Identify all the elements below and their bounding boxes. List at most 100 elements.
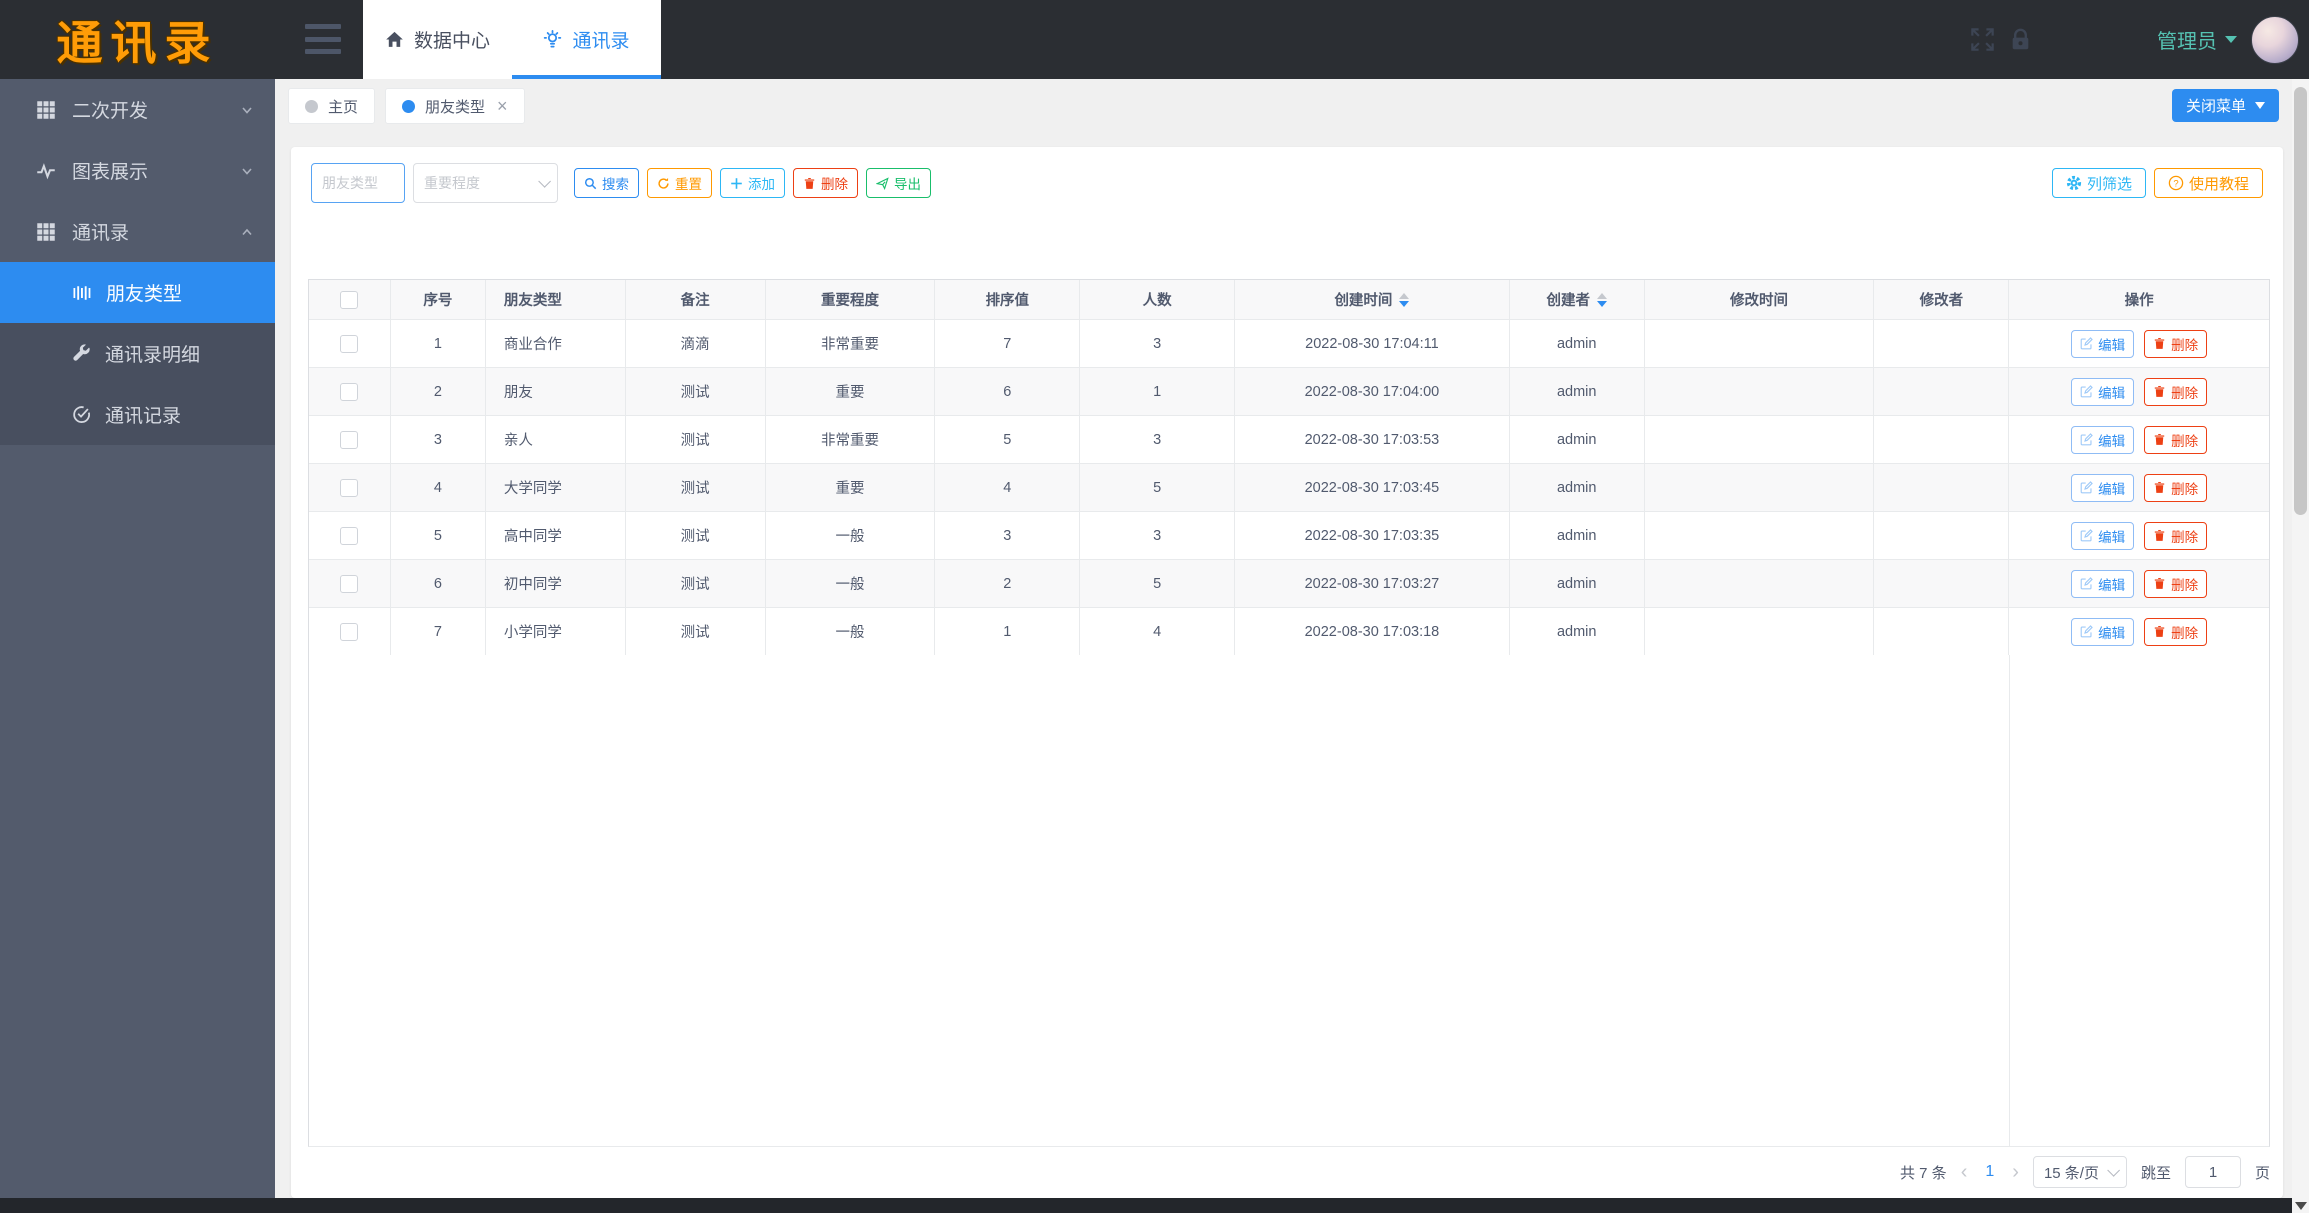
importance-filter-select[interactable]: 重要程度 <box>413 163 558 203</box>
tag-home[interactable]: 主页 <box>288 88 376 124</box>
cell-friend-type: 高中同学 <box>486 512 626 559</box>
edit-button[interactable]: 编辑 <box>2071 329 2135 358</box>
sidebar-item-contact-records[interactable]: 通讯记录 <box>0 384 275 445</box>
export-button[interactable]: 导出 <box>866 168 931 198</box>
tab-address-book[interactable]: 通讯录 <box>512 0 661 79</box>
next-page-button[interactable]: › <box>2012 1162 2019 1182</box>
column-filter-button[interactable]: 列筛选 <box>2051 168 2146 198</box>
cell-created-at: 2022-08-30 17:03:27 <box>1235 560 1510 607</box>
fullscreen-icon[interactable] <box>1970 27 1995 52</box>
row-checkbox[interactable] <box>340 478 359 497</box>
reset-button[interactable]: 重置 <box>647 168 712 198</box>
scrollbar-thumb[interactable] <box>2294 87 2307 515</box>
sidebar-item-charts[interactable]: 图表展示 <box>0 140 275 201</box>
row-delete-button[interactable]: 删除 <box>2144 521 2208 550</box>
lock-icon[interactable] <box>2008 27 2033 52</box>
tutorial-button[interactable]: ? 使用教程 <box>2153 168 2263 198</box>
friend-type-filter-input[interactable] <box>311 163 405 203</box>
scrollbar-down-arrow-icon[interactable] <box>2295 1202 2307 1210</box>
refresh-icon <box>658 177 669 189</box>
row-checkbox[interactable] <box>340 334 359 353</box>
cell-sort-value: 7 <box>935 320 1081 367</box>
edit-icon <box>2080 577 2093 590</box>
select-all-checkbox[interactable] <box>340 290 359 309</box>
chevron-down-icon <box>242 167 252 175</box>
cell-created-by: admin <box>1510 368 1645 415</box>
table-row: 7 小学同学 测试 一般 1 4 2022-08-30 17:03:18 adm… <box>309 608 2269 656</box>
cell-importance: 一般 <box>766 512 936 559</box>
home-icon <box>386 31 403 47</box>
cell-created-by: admin <box>1510 416 1645 463</box>
question-circle-icon: ? <box>2168 175 2184 191</box>
table-body: 1 商业合作 滴滴 非常重要 7 3 2022-08-30 17:04:11 a… <box>309 320 2269 656</box>
row-delete-button[interactable]: 删除 <box>2144 329 2208 358</box>
current-page[interactable]: 1 <box>1981 1163 1998 1181</box>
user-dropdown[interactable]: 管理员 <box>2157 25 2237 54</box>
cell-updated-by <box>1874 560 2010 607</box>
sidebar-item-label: 通讯记录 <box>105 406 182 427</box>
col-created-at: 创建时间 <box>1235 280 1510 319</box>
sidebar-item-secondary-dev[interactable]: 二次开发 <box>0 79 275 140</box>
edit-icon <box>2080 529 2093 542</box>
chevron-down-icon <box>2255 102 2265 109</box>
row-checkbox[interactable] <box>340 430 359 449</box>
trash-icon <box>2154 433 2165 445</box>
tag-friend-type[interactable]: 朋友类型 × <box>385 88 525 124</box>
edit-button[interactable]: 编辑 <box>2071 377 2135 406</box>
hamburger-menu-icon[interactable] <box>305 24 341 54</box>
col-updated-at: 修改时间 <box>1645 280 1875 319</box>
sidebar-item-address-book[interactable]: 通讯录 <box>0 201 275 262</box>
edit-label: 编辑 <box>2098 433 2126 449</box>
avatar[interactable] <box>2251 15 2299 64</box>
sidebar: 二次开发 图表展示 通讯录 朋友类型 通讯录明细 通讯记录 <box>0 79 275 1198</box>
row-checkbox[interactable] <box>340 382 359 401</box>
row-checkbox[interactable] <box>340 622 359 641</box>
page-size-select[interactable]: 15 条/页 <box>2032 1156 2127 1188</box>
delete-label: 删除 <box>2171 433 2199 449</box>
sort-icon[interactable] <box>1596 292 1607 307</box>
cell-seq: 5 <box>391 512 486 559</box>
sort-icon[interactable] <box>1399 292 1410 307</box>
edit-button[interactable]: 编辑 <box>2071 425 2135 454</box>
cell-count: 5 <box>1080 560 1236 607</box>
trash-icon <box>2154 529 2165 541</box>
pulse-icon <box>37 162 55 179</box>
jump-page-input[interactable] <box>2184 1156 2241 1188</box>
cell-created-at: 2022-08-30 17:03:35 <box>1235 512 1510 559</box>
col-sort-value: 排序值 <box>935 280 1081 319</box>
row-delete-button[interactable]: 删除 <box>2144 425 2208 454</box>
row-checkbox[interactable] <box>340 574 359 593</box>
cell-created-at: 2022-08-30 17:03:53 <box>1235 416 1510 463</box>
edit-button[interactable]: 编辑 <box>2071 569 2135 598</box>
cell-updated-at <box>1645 608 1875 655</box>
row-delete-button[interactable]: 删除 <box>2144 377 2208 406</box>
close-menu-button[interactable]: 关闭菜单 <box>2171 89 2279 122</box>
sidebar-item-address-detail[interactable]: 通讯录明细 <box>0 323 275 384</box>
col-friend-type: 朋友类型 <box>486 280 626 319</box>
table-row: 4 大学同学 测试 重要 4 5 2022-08-30 17:03:45 adm… <box>309 464 2269 512</box>
edit-button[interactable]: 编辑 <box>2071 473 2135 502</box>
row-delete-button[interactable]: 删除 <box>2144 617 2208 646</box>
edit-label: 编辑 <box>2098 337 2126 353</box>
prev-page-button[interactable]: ‹ <box>1961 1162 1968 1182</box>
close-icon[interactable]: × <box>497 96 508 117</box>
cell-seq: 4 <box>391 464 486 511</box>
fixed-column-divider <box>2009 655 2010 1146</box>
edit-button[interactable]: 编辑 <box>2071 521 2135 550</box>
edit-button[interactable]: 编辑 <box>2071 617 2135 646</box>
cell-count: 3 <box>1080 320 1236 367</box>
delete-button[interactable]: 删除 <box>793 168 858 198</box>
table-header: 序号 朋友类型 备注 重要程度 排序值 人数 创建时间 创建者 修改时间 修改者… <box>309 280 2269 320</box>
row-delete-button[interactable]: 删除 <box>2144 569 2208 598</box>
page-scrollbar[interactable] <box>2292 79 2309 1213</box>
add-button[interactable]: 添加 <box>720 168 785 198</box>
row-checkbox[interactable] <box>340 526 359 545</box>
search-button[interactable]: 搜索 <box>574 168 639 198</box>
cell-sort-value: 6 <box>935 368 1081 415</box>
tab-data-center[interactable]: 数据中心 <box>363 0 512 79</box>
cell-updated-at <box>1645 464 1875 511</box>
cell-updated-at <box>1645 560 1875 607</box>
cell-created-at: 2022-08-30 17:04:11 <box>1235 320 1510 367</box>
sidebar-item-friend-type[interactable]: 朋友类型 <box>0 262 275 323</box>
row-delete-button[interactable]: 删除 <box>2144 473 2208 502</box>
